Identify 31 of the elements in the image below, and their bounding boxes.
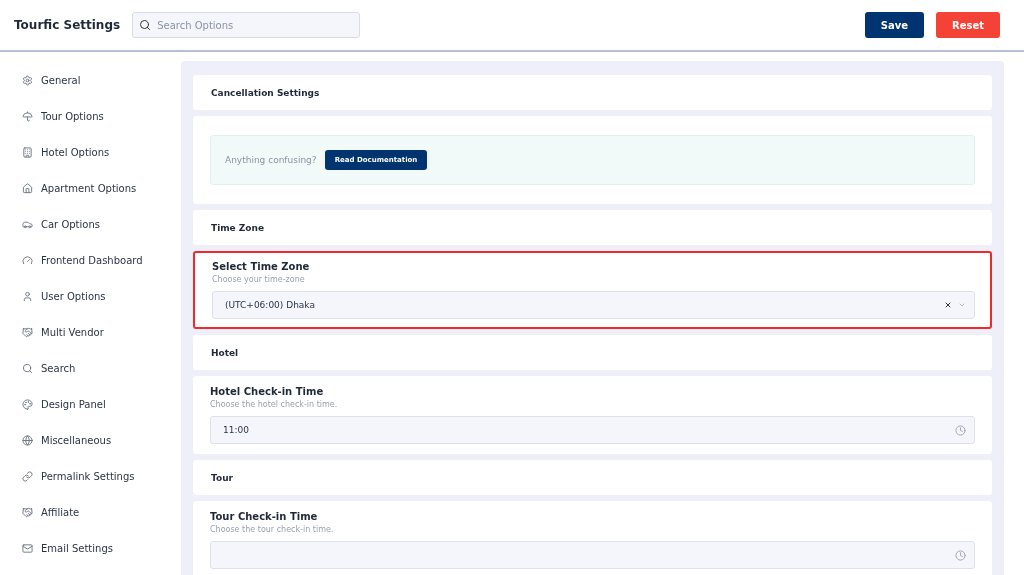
sidebar-item[interactable]: Miscellaneous	[22, 422, 181, 458]
sidebar-item[interactable]: Apartment Options	[22, 170, 181, 206]
section-title: Cancellation Settings	[211, 87, 320, 98]
sidebar-item[interactable]: Email Settings	[22, 530, 181, 566]
field-description: Choose your time-zone	[212, 275, 306, 284]
field-description: Choose the tour check-in time.	[210, 525, 335, 534]
search-field[interactable]: Search Options	[132, 12, 361, 38]
field-label: Hotel Check-in Time	[210, 386, 325, 397]
sidebar-item[interactable]: Frontend Dashboard	[22, 242, 181, 278]
section-title: Tour	[211, 472, 233, 483]
reset-button[interactable]: Reset	[936, 12, 1000, 38]
field-description: Choose the hotel check-in time.	[210, 400, 339, 409]
time-field[interactable]: 11:00	[210, 416, 975, 444]
section-title: Hotel	[211, 347, 239, 358]
sidebar-item[interactable]: Tour Options	[22, 98, 181, 134]
page-title: Tourfic Settings	[14, 18, 121, 32]
field-label: Tour Check-in Time	[210, 511, 319, 522]
sidebar-item[interactable]: Design Panel	[22, 386, 181, 422]
field-label: Select Time Zone	[212, 261, 311, 272]
save-button[interactable]: Save	[864, 12, 924, 38]
sidebar-item[interactable]: Car Options	[22, 206, 181, 242]
notice-text: Anything confusing?	[225, 155, 317, 165]
time-zone-select[interactable]: (UTC+06:00) Dhaka	[212, 291, 975, 319]
sidebar-item[interactable]: User Options	[22, 278, 181, 314]
sidebar-item[interactable]: Search	[22, 350, 181, 386]
sidebar-item[interactable]: Hotel Options	[22, 134, 181, 170]
section-title: Time Zone	[211, 222, 265, 233]
sidebar-item[interactable]: General	[22, 62, 181, 98]
sidebar-item[interactable]: Permalink Settings	[22, 458, 181, 494]
sidebar-item[interactable]: Affiliate	[22, 494, 181, 530]
sidebar-item[interactable]: Multi Vendor	[22, 314, 181, 350]
